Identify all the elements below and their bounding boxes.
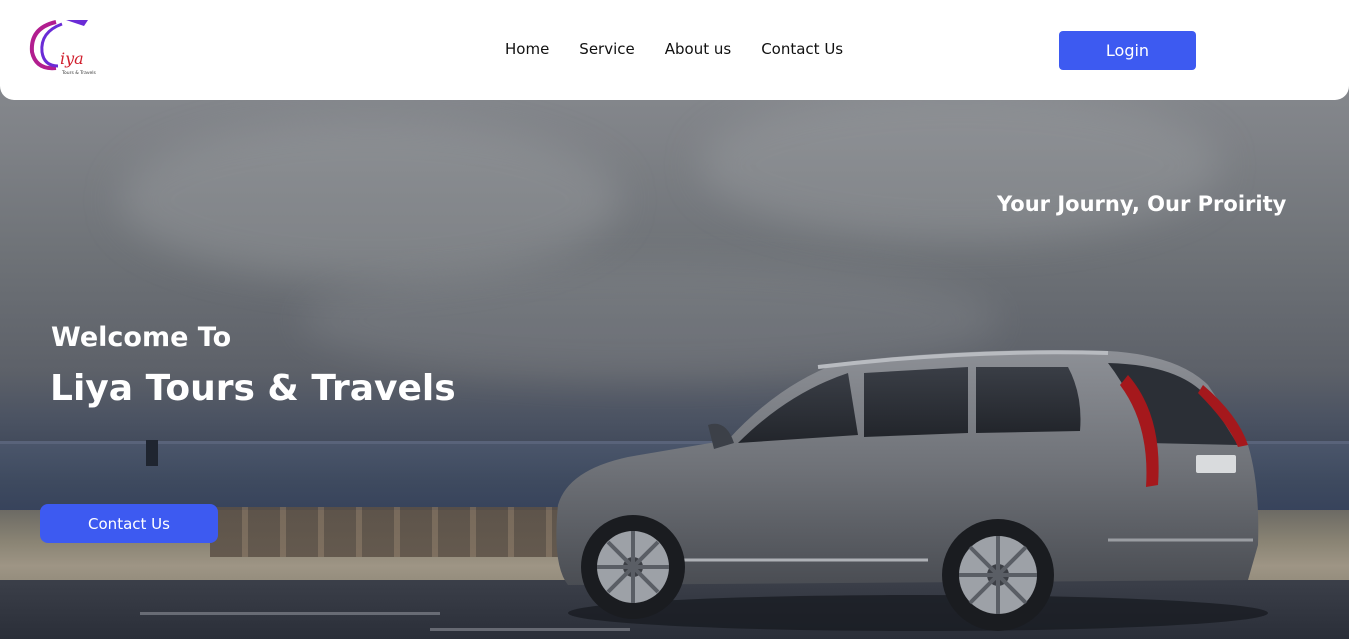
nav-service[interactable]: Service (579, 40, 634, 58)
hero-welcome-heading: Welcome To (51, 322, 232, 353)
contact-us-button[interactable]: Contact Us (40, 504, 218, 543)
liya-logo[interactable]: iya Tours & Travels (26, 18, 96, 76)
hero-brand-heading: Liya Tours & Travels (50, 368, 456, 409)
login-button[interactable]: Login (1059, 31, 1196, 70)
nav-home[interactable]: Home (505, 40, 549, 58)
hero-tagline: Your Journy, Our Proirity (997, 192, 1287, 216)
svg-text:iya: iya (60, 49, 84, 68)
nav-contact-us[interactable]: Contact Us (761, 40, 843, 58)
wooden-breakwater (210, 507, 560, 557)
svg-text:Tours & Travels: Tours & Travels (61, 70, 96, 76)
suv-car-image (556, 350, 1268, 631)
buoy (146, 440, 158, 466)
main-nav: Home Service About us Contact Us (505, 40, 843, 58)
navbar: iya Tours & Travels Home Service About u… (0, 0, 1349, 100)
nav-about-us[interactable]: About us (665, 40, 731, 58)
road-marking (140, 612, 440, 615)
